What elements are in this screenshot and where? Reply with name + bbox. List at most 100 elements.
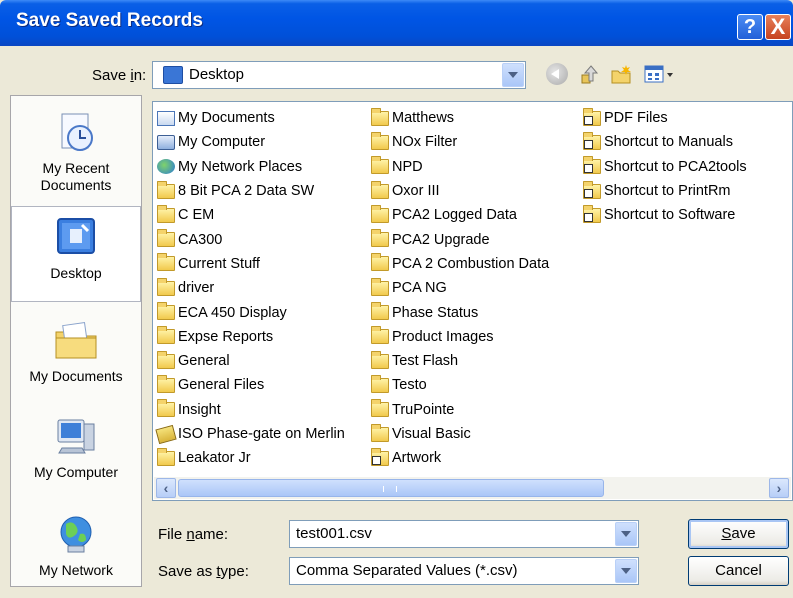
file-list-item[interactable]: driver <box>157 276 345 300</box>
file-list-item[interactable]: Expse Reports <box>157 325 345 349</box>
file-list[interactable]: My Documents My Computer My Network Places… <box>152 101 793 501</box>
place-my-network-label: My Network <box>39 562 113 578</box>
place-my-documents[interactable]: My Documents <box>11 318 141 385</box>
file-list-item-label: Shortcut to Software <box>604 207 736 224</box>
views-menu-icon[interactable] <box>643 63 675 85</box>
file-list-item-label: Expse Reports <box>178 328 274 345</box>
file-list-item[interactable]: Visual Basic <box>371 422 549 446</box>
file-list-item-label: Test Flash <box>392 353 459 370</box>
folder-icon <box>157 204 175 223</box>
file-list-item[interactable]: PCA 2 Combustion Data <box>371 252 549 276</box>
file-list-item-label: Shortcut to PrintRm <box>604 183 731 200</box>
file-list-item[interactable]: C EM <box>157 203 345 227</box>
file-list-item-label: PCA NG <box>392 280 447 297</box>
file-list-item-label: My Documents <box>178 110 275 127</box>
folder-icon <box>371 156 389 175</box>
file-list-item[interactable]: PDF Files <box>583 106 747 130</box>
cancel-button[interactable]: Cancel <box>688 556 789 586</box>
file-name-input[interactable]: test001.csv <box>289 520 639 548</box>
file-list-item[interactable]: Artwork <box>371 446 549 470</box>
file-list-item[interactable]: General <box>157 349 345 373</box>
folder-icon <box>371 326 389 345</box>
file-list-item[interactable]: Oxor III <box>371 179 549 203</box>
file-list-item[interactable]: Shortcut to PrintRm <box>583 179 747 203</box>
file-list-item[interactable]: PCA2 Upgrade <box>371 227 549 251</box>
file-list-item[interactable]: Test Flash <box>371 349 549 373</box>
chevron-down-icon <box>621 568 631 574</box>
save-in-dropdown[interactable]: Desktop <box>152 61 526 89</box>
file-list-item[interactable]: Shortcut to PCA2tools <box>583 155 747 179</box>
file-list-item-label: TruPointe <box>392 401 455 418</box>
file-list-item-label: Phase Status <box>392 304 479 321</box>
file-list-item[interactable]: PCA NG <box>371 276 549 300</box>
horizontal-scrollbar[interactable]: ‹ › <box>154 477 791 499</box>
file-list-item[interactable]: ECA 450 Display <box>157 300 345 324</box>
file-list-item[interactable]: My Network Places <box>157 155 345 179</box>
file-list-item[interactable]: 8 Bit PCA 2 Data SW <box>157 179 345 203</box>
my-documents-icon <box>55 322 97 359</box>
file-list-item-label: 8 Bit PCA 2 Data SW <box>178 183 315 200</box>
file-list-item[interactable]: My Documents <box>157 106 345 130</box>
save-in-dropdown-arrow[interactable] <box>502 63 524 87</box>
file-list-item[interactable]: Insight <box>157 398 345 422</box>
place-my-computer[interactable]: My Computer <box>11 414 141 481</box>
my-network-icon <box>60 516 92 553</box>
file-list-item-label: Testo <box>392 377 427 394</box>
file-list-item[interactable]: Testo <box>371 373 549 397</box>
file-name-label: File name: <box>158 526 229 543</box>
file-list-item-label: My Computer <box>178 134 266 151</box>
file-list-item[interactable]: Shortcut to Manuals <box>583 130 747 154</box>
file-list-item-label: ISO Phase-gate on Merlin <box>178 426 345 442</box>
place-my-network[interactable]: My Network <box>11 512 141 579</box>
file-list-item[interactable]: Matthews <box>371 106 549 130</box>
file-list-item[interactable]: CA300 <box>157 227 345 251</box>
file-list-item[interactable]: Shortcut to Software <box>583 203 747 227</box>
file-list-item[interactable]: NOx Filter <box>371 130 549 154</box>
network-places-icon <box>157 159 175 175</box>
file-list-item[interactable]: Product Images <box>371 325 549 349</box>
folder-icon <box>157 253 175 272</box>
title-bar[interactable]: Save Saved Records ? X <box>0 0 793 46</box>
close-button[interactable]: X <box>765 14 791 40</box>
file-list-item[interactable]: Current Stuff <box>157 252 345 276</box>
file-list-item-label: NOx Filter <box>392 134 458 151</box>
help-button[interactable]: ? <box>737 14 763 40</box>
folder-icon <box>157 350 175 369</box>
save-as-type-dropdown-arrow[interactable] <box>615 559 637 583</box>
my-documents-icon <box>157 110 175 126</box>
place-desktop[interactable]: Desktop <box>11 206 141 302</box>
place-my-computer-label: My Computer <box>33 464 119 480</box>
save-as-type-dropdown[interactable]: Comma Separated Values (*.csv) <box>289 557 639 585</box>
file-list-item-label: Shortcut to Manuals <box>604 134 733 151</box>
folder-shortcut-icon <box>583 131 601 150</box>
file-list-item[interactable]: Leakator Jr <box>157 446 345 470</box>
file-list-item[interactable]: My Computer <box>157 130 345 154</box>
folder-icon <box>157 326 175 345</box>
file-list-item[interactable]: TruPointe <box>371 398 549 422</box>
save-button[interactable]: Save <box>688 519 789 549</box>
folder-shortcut-icon <box>371 447 389 466</box>
file-list-item[interactable]: NPD <box>371 155 549 179</box>
back-icon[interactable] <box>546 63 568 85</box>
folder-icon <box>371 302 389 321</box>
file-list-item[interactable]: General Files <box>157 373 345 397</box>
place-recent-documents[interactable]: My Recent Documents <box>11 110 141 194</box>
file-list-item[interactable]: ISO Phase-gate on Merlin <box>155 422 345 446</box>
scrollbar-thumb[interactable] <box>178 479 604 497</box>
up-folder-icon[interactable] <box>578 63 600 85</box>
file-name-dropdown-arrow[interactable] <box>615 522 637 546</box>
folder-shortcut-icon <box>583 156 601 175</box>
file-name-value: test001.csv <box>296 525 372 542</box>
file-list-item[interactable]: Phase Status <box>371 300 549 324</box>
folder-shortcut-icon <box>583 204 601 223</box>
scroll-right-button[interactable]: › <box>769 478 789 498</box>
shortcut-link-icon <box>155 424 177 444</box>
scroll-left-button[interactable]: ‹ <box>156 478 176 498</box>
place-desktop-label: Desktop <box>50 265 102 281</box>
file-list-item-label: Visual Basic <box>392 426 471 442</box>
file-list-item[interactable]: PCA2 Logged Data <box>371 203 549 227</box>
chevron-down-icon <box>508 72 518 78</box>
new-folder-icon[interactable] <box>610 63 632 85</box>
folder-icon <box>157 180 175 199</box>
folder-icon <box>157 374 175 393</box>
